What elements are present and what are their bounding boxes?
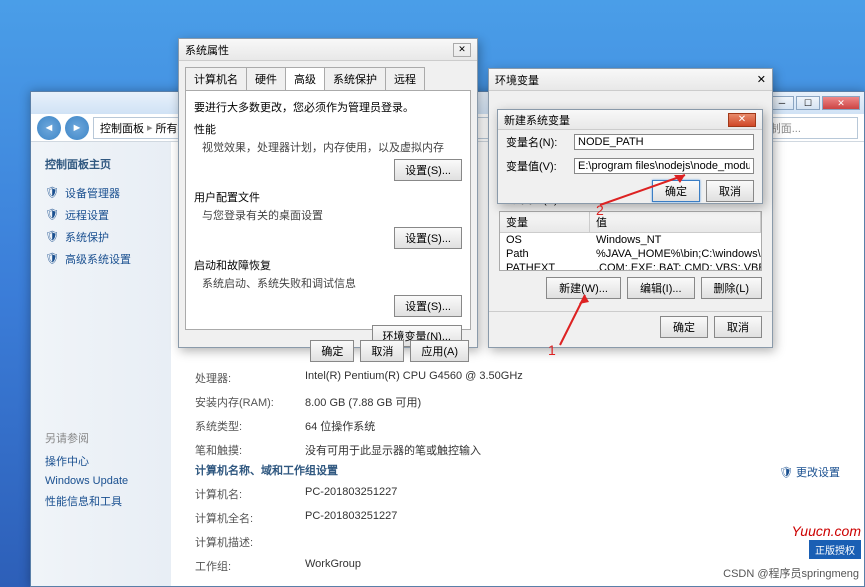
shield-icon: 🛡 [45,230,59,244]
system-variables-table[interactable]: 变量值 OSWindows_NT Path%JAVA_HOME%\bin;C:\… [499,211,762,271]
new-button[interactable]: 新建(W)... [546,277,621,299]
sidebar-item-protection[interactable]: 🛡系统保护 [45,226,171,248]
system-properties-dialog: 系统属性 ✕ 计算机名 硬件 高级 系统保护 远程 要进行大多数更改，您必须作为… [178,38,478,348]
workgroup-value: WorkGroup [305,558,361,574]
compname-label: 计算机名: [195,486,305,502]
watermark-site: Yuucn.com [791,523,861,539]
col-variable[interactable]: 变量 [500,212,590,232]
workgroup-label: 工作组: [195,558,305,574]
tab-advanced[interactable]: 高级 [285,67,325,90]
tab-strip: 计算机名 硬件 高级 系统保护 远程 [179,61,477,90]
shield-icon: 🛡 [779,467,793,479]
compdesc-label: 计算机描述: [195,534,305,550]
sidebar-item-device-manager[interactable]: 🛡设备管理器 [45,182,171,204]
var-value-label: 变量值(V): [506,158,566,174]
fullname-label: 计算机全名: [195,510,305,526]
table-row: Path%JAVA_HOME%\bin;C:\windows\syst... [500,247,761,261]
dialog-titlebar: 环境变量 ✕ [489,69,772,91]
link-windows-update[interactable]: Windows Update [45,472,171,490]
close-button[interactable]: ✕ [728,113,756,127]
tab-hardware[interactable]: 硬件 [246,67,286,90]
section-computer-name: 计算机名称、域和工作组设置 [195,462,338,478]
fullname-value: PC-201803251227 [305,510,397,526]
perf-desc: 视觉效果，处理器计划，内存使用，以及虚拟内存 [194,139,462,155]
annotation-label-1: 1 [548,342,556,358]
var-value-input[interactable] [574,158,754,174]
perf-title: 性能 [194,121,462,137]
var-name-label: 变量名(N): [506,134,566,150]
ok-button[interactable]: 确定 [310,340,354,362]
profile-desc: 与您登录有关的桌面设置 [194,207,462,223]
cancel-button[interactable]: 取消 [706,180,754,202]
sidebar-title: 控制面板主页 [45,156,171,172]
annotation-label-2: 2 [596,202,604,218]
var-name-input[interactable] [574,134,754,150]
also-see-title: 另请参阅 [45,430,171,446]
ok-button[interactable]: 确定 [660,316,708,338]
ram-label: 安装内存(RAM): [195,394,305,410]
tab-computer-name[interactable]: 计算机名 [185,67,247,90]
desktop: ─ ☐ ✕ ◄ ► 控制面板 ▸ 所有控... ↻ 🔍 搜索控制面... 控制面… [0,0,865,587]
sidebar: 控制面板主页 🛡设备管理器 🛡远程设置 🛡系统保护 🛡高级系统设置 另请参阅 操… [31,142,171,586]
close-button[interactable]: ✕ [822,96,860,110]
activation-title: Windows 激活 [195,584,840,586]
shield-icon: 🛡 [45,252,59,266]
table-row: OSWindows_NT [500,233,761,247]
shield-icon: 🛡 [45,208,59,222]
dialog-titlebar: 系统属性 ✕ [179,39,477,61]
dialog-title: 新建系统变量 [504,112,570,128]
cancel-button[interactable]: 取消 [714,316,762,338]
shield-icon: 🛡 [45,186,59,200]
tab-remote[interactable]: 远程 [385,67,425,90]
sidebar-item-remote[interactable]: 🛡远程设置 [45,204,171,226]
apply-button[interactable]: 应用(A) [410,340,469,362]
profile-title: 用户配置文件 [194,189,462,205]
breadcrumb-root[interactable]: 控制面板 [100,120,144,136]
perf-settings-button[interactable]: 设置(S)... [394,159,462,181]
startup-desc: 系统启动、系统失败和调试信息 [194,275,462,291]
startup-settings-button[interactable]: 设置(S)... [394,295,462,317]
dialog-title: 环境变量 [495,72,539,88]
change-settings-link[interactable]: 🛡 更改设置 [779,464,840,480]
systype-label: 系统类型: [195,418,305,434]
watermark-csdn: CSDN @程序员springmeng [723,565,859,581]
profile-settings-button[interactable]: 设置(S)... [394,227,462,249]
systype-value: 64 位操作系统 [305,418,375,434]
dialog-titlebar: 新建系统变量 ✕ [498,110,762,130]
cpu-value: Intel(R) Pentium(R) CPU G4560 @ 3.50GHz [305,370,523,386]
minimize-button[interactable]: ─ [770,96,794,110]
ram-value: 8.00 GB (7.88 GB 可用) [305,394,421,410]
link-performance[interactable]: 性能信息和工具 [45,490,171,512]
col-value[interactable]: 值 [590,212,761,232]
link-action-center[interactable]: 操作中心 [45,450,171,472]
cancel-button[interactable]: 取消 [360,340,404,362]
pen-value: 没有可用于此显示器的笔或触控输入 [305,442,481,458]
tab-body: 要进行大多数更改，您必须作为管理员登录。 性能 视觉效果，处理器计划，内存使用，… [185,90,471,330]
forward-button[interactable]: ► [65,116,89,140]
new-system-variable-dialog: 新建系统变量 ✕ 变量名(N): 变量值(V): 确定 取消 [497,109,763,204]
close-button[interactable]: ✕ [757,73,766,86]
watermark-badge: 正版授权 [809,540,861,559]
tab-protection[interactable]: 系统保护 [324,67,386,90]
pen-label: 笔和触摸: [195,442,305,458]
dialog-title: 系统属性 [185,42,229,58]
edit-button[interactable]: 编辑(I)... [627,277,695,299]
startup-title: 启动和故障恢复 [194,257,462,273]
back-button[interactable]: ◄ [37,116,61,140]
chevron-right-icon: ▸ [147,121,153,134]
table-row: PATHEXT.COM;.EXE;.BAT;.CMD;.VBS;.VBE;... [500,261,761,271]
delete-button[interactable]: 删除(L) [701,277,762,299]
cpu-label: 处理器: [195,370,305,386]
close-button[interactable]: ✕ [453,43,471,57]
ok-button[interactable]: 确定 [652,180,700,202]
compname-value: PC-201803251227 [305,486,397,502]
sidebar-item-advanced[interactable]: 🛡高级系统设置 [45,248,171,270]
admin-note: 要进行大多数更改，您必须作为管理员登录。 [194,99,462,115]
maximize-button[interactable]: ☐ [796,96,820,110]
